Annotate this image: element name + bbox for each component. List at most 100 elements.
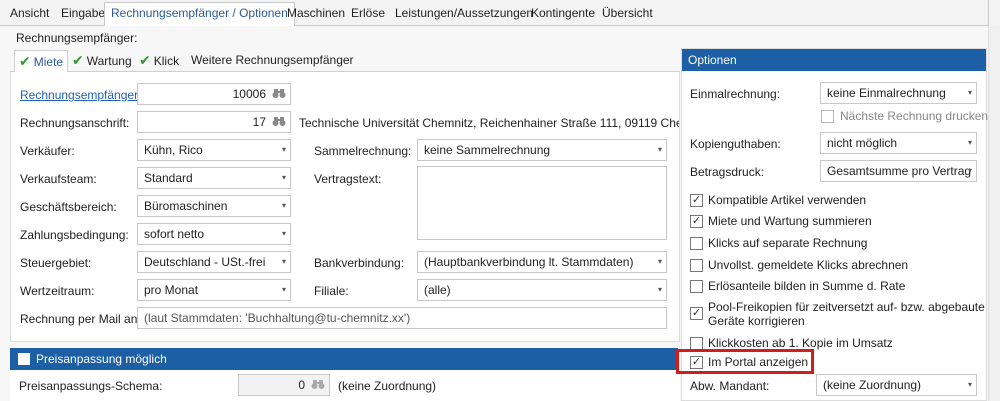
- verkaeufer-label: Verkäufer:: [20, 144, 75, 158]
- naechste-rechnung-label: Nächste Rechnung drucken: [840, 109, 989, 123]
- klickkosten-label: Klickkosten ab 1. Kopie im Umsatz: [708, 336, 893, 350]
- tab-eingabe[interactable]: Eingabe: [55, 3, 111, 25]
- naechste-rechnung-checkbox[interactable]: [821, 110, 834, 123]
- chevron-down-icon: ▾: [281, 145, 286, 154]
- subtab-klick[interactable]: ✔ Klick: [135, 50, 183, 72]
- betragsdruck-select[interactable]: Gesamtsumme pro Vertrag ▾: [820, 160, 977, 182]
- tab-ansicht[interactable]: Ansicht: [4, 3, 55, 25]
- subtab-label: Klick: [153, 54, 180, 68]
- select-value: Standard: [144, 171, 193, 185]
- kompatible-artikel-label: Kompatible Artikel verwenden: [708, 193, 867, 207]
- select-value: Büromaschinen: [144, 199, 228, 213]
- betragsdruck-label: Betragsdruck:: [690, 165, 765, 179]
- filiale-select[interactable]: (alle) ▾: [417, 279, 667, 301]
- steuergebiet-select[interactable]: Deutschland - USt.-frei ▾: [137, 251, 291, 273]
- subtab-label: Miete: [33, 55, 64, 69]
- field-value: 17: [252, 115, 266, 129]
- chevron-down-icon: ▾: [281, 229, 286, 238]
- rechnungsanschrift-text: Technische Universität Chemnitz, Reichen…: [299, 116, 679, 130]
- bankverbindung-select[interactable]: (Hauptbankverbindung lt. Stammdaten) ▾: [417, 251, 667, 273]
- optionen-header: Optionen: [682, 49, 986, 71]
- geschaeftsbereich-select[interactable]: Büromaschinen ▾: [137, 195, 291, 217]
- rechnungsempfaenger-field[interactable]: 10006: [137, 83, 291, 105]
- mail-field[interactable]: (laut Stammdaten: 'Buchhaltung@tu-chemni…: [137, 307, 667, 329]
- miete-wartung-summieren-checkbox[interactable]: ✓: [690, 215, 703, 228]
- bankverbindung-label: Bankverbindung:: [314, 256, 405, 270]
- subtab-miete[interactable]: ✔ Miete: [14, 50, 69, 73]
- wertzeitraum-label: Wertzeitraum:: [20, 284, 95, 298]
- preisanpassung-header-label: Preisanpassung möglich: [36, 352, 167, 366]
- erloesanteile-checkbox[interactable]: [690, 280, 703, 293]
- chevron-down-icon: ▾: [657, 285, 662, 294]
- einmalrechnung-select[interactable]: keine Einmalrechnung ▾: [820, 82, 977, 104]
- preisanpassungs-schema-field[interactable]: 0: [238, 374, 330, 396]
- select-value: Deutschland - USt.-frei: [144, 255, 266, 269]
- check-icon: ✔: [19, 53, 31, 69]
- kopienguthaben-label: Kopienguthaben:: [690, 137, 781, 151]
- verkaufsteam-select[interactable]: Standard ▾: [137, 167, 291, 189]
- select-value: Gesamtsumme pro Vertrag: [827, 164, 972, 178]
- chevron-down-icon: ▾: [657, 257, 662, 266]
- rechnungsempfaenger-form: Rechnungsempfänger 10006 Rechnungsanschr…: [10, 72, 680, 342]
- subtab-wartung[interactable]: ✔ Wartung: [68, 50, 136, 72]
- tab-uebersicht[interactable]: Übersicht: [596, 3, 659, 25]
- vertical-scrollbar[interactable]: [988, 26, 1000, 401]
- check-icon: ✔: [72, 52, 84, 68]
- chevron-down-icon: ▾: [967, 380, 972, 389]
- vertragstext-textarea[interactable]: [417, 166, 667, 240]
- klicks-separate-rechnung-label: Klicks auf separate Rechnung: [708, 236, 868, 250]
- pool-freikopien-label-line2: Geräte korrigieren: [708, 314, 805, 328]
- select-value: keine Sammelrechnung: [424, 143, 551, 157]
- chevron-down-icon: ▾: [657, 145, 662, 154]
- preisanpassungs-schema-label: Preisanpassungs-Schema:: [19, 379, 163, 393]
- preisanpassungs-schema-text: (keine Zuordnung): [338, 379, 437, 393]
- chevron-down-icon: ▾: [281, 201, 286, 210]
- steuergebiet-label: Steuergebiet:: [20, 256, 92, 270]
- kopienguthaben-select[interactable]: nicht möglich ▾: [820, 132, 977, 154]
- chevron-down-icon: ▾: [281, 285, 286, 294]
- subtab-label: Weitere Rechnungsempfänger: [191, 53, 354, 67]
- unvollst-klicks-checkbox[interactable]: [690, 259, 703, 272]
- preisanpassung-checkbox[interactable]: [18, 353, 30, 365]
- select-value: pro Monat: [144, 283, 199, 297]
- highlight-box: [676, 349, 814, 374]
- binoculars-icon[interactable]: [310, 378, 326, 392]
- miete-wartung-summieren-label: Miete und Wartung summieren: [708, 214, 872, 228]
- subtab-label: Wartung: [86, 54, 132, 68]
- rechnungsanschrift-field[interactable]: 17: [137, 111, 291, 133]
- select-value: Kühn, Rico: [144, 143, 203, 157]
- select-value: (Hauptbankverbindung lt. Stammdaten): [424, 255, 634, 269]
- tab-erloese[interactable]: Erlöse: [345, 3, 391, 25]
- pool-freikopien-checkbox[interactable]: ✓: [690, 307, 703, 320]
- preisanpassung-header[interactable]: Preisanpassung möglich: [10, 348, 678, 370]
- rechnungsempfaenger-link[interactable]: Rechnungsempfänger: [20, 88, 138, 102]
- chevron-down-icon: ▾: [967, 138, 972, 147]
- chevron-down-icon: ▾: [281, 257, 286, 266]
- klicks-separate-rechnung-checkbox[interactable]: [690, 237, 703, 250]
- binoculars-icon[interactable]: [271, 87, 287, 101]
- select-value: keine Einmalrechnung: [827, 86, 946, 100]
- subtab-weitere-rechnungsempfaenger[interactable]: Weitere Rechnungsempfänger: [187, 50, 358, 72]
- zahlungsbedingung-select[interactable]: sofort netto ▾: [137, 223, 291, 245]
- binoculars-icon[interactable]: [271, 115, 287, 129]
- geschaeftsbereich-label: Geschäftsbereich:: [20, 200, 117, 214]
- tab-rechnungsempfaenger-optionen[interactable]: Rechnungsempfänger / Optionen: [104, 2, 295, 27]
- wertzeitraum-select[interactable]: pro Monat ▾: [137, 279, 291, 301]
- kompatible-artikel-checkbox[interactable]: ✓: [690, 194, 703, 207]
- abw-mandant-select[interactable]: (keine Zuordnung) ▾: [816, 374, 977, 396]
- tab-maschinen[interactable]: Maschinen: [281, 3, 351, 25]
- sammelrechnung-select[interactable]: keine Sammelrechnung ▾: [417, 139, 667, 161]
- main-tab-bar: Ansicht Eingabe Rechnungsempfänger / Opt…: [0, 0, 1000, 27]
- tab-leistungen-aussetzungen[interactable]: Leistungen/Aussetzungen: [389, 3, 539, 25]
- verkaeufer-select[interactable]: Kühn, Rico ▾: [137, 139, 291, 161]
- subtab-bar: ✔ Miete ✔ Wartung ✔ Klick Weitere Rechnungs…: [10, 48, 680, 73]
- tab-kontingente[interactable]: Kontingente: [525, 3, 601, 25]
- select-value: sofort netto: [144, 227, 205, 241]
- erloesanteile-label: Erlösanteile bilden in Summe d. Rate: [708, 279, 906, 293]
- unvollst-klicks-label: Unvollst. gemeldete Klicks abrechnen: [708, 258, 909, 272]
- window-corner: [988, 0, 1000, 26]
- chevron-down-icon: ▾: [967, 88, 972, 97]
- preisanpassung-panel: Preisanpassungs-Schema: 0 (keine Zuordnu…: [10, 370, 680, 401]
- chevron-down-icon: ▾: [967, 166, 972, 175]
- abw-mandant-label: Abw. Mandant:: [690, 379, 770, 393]
